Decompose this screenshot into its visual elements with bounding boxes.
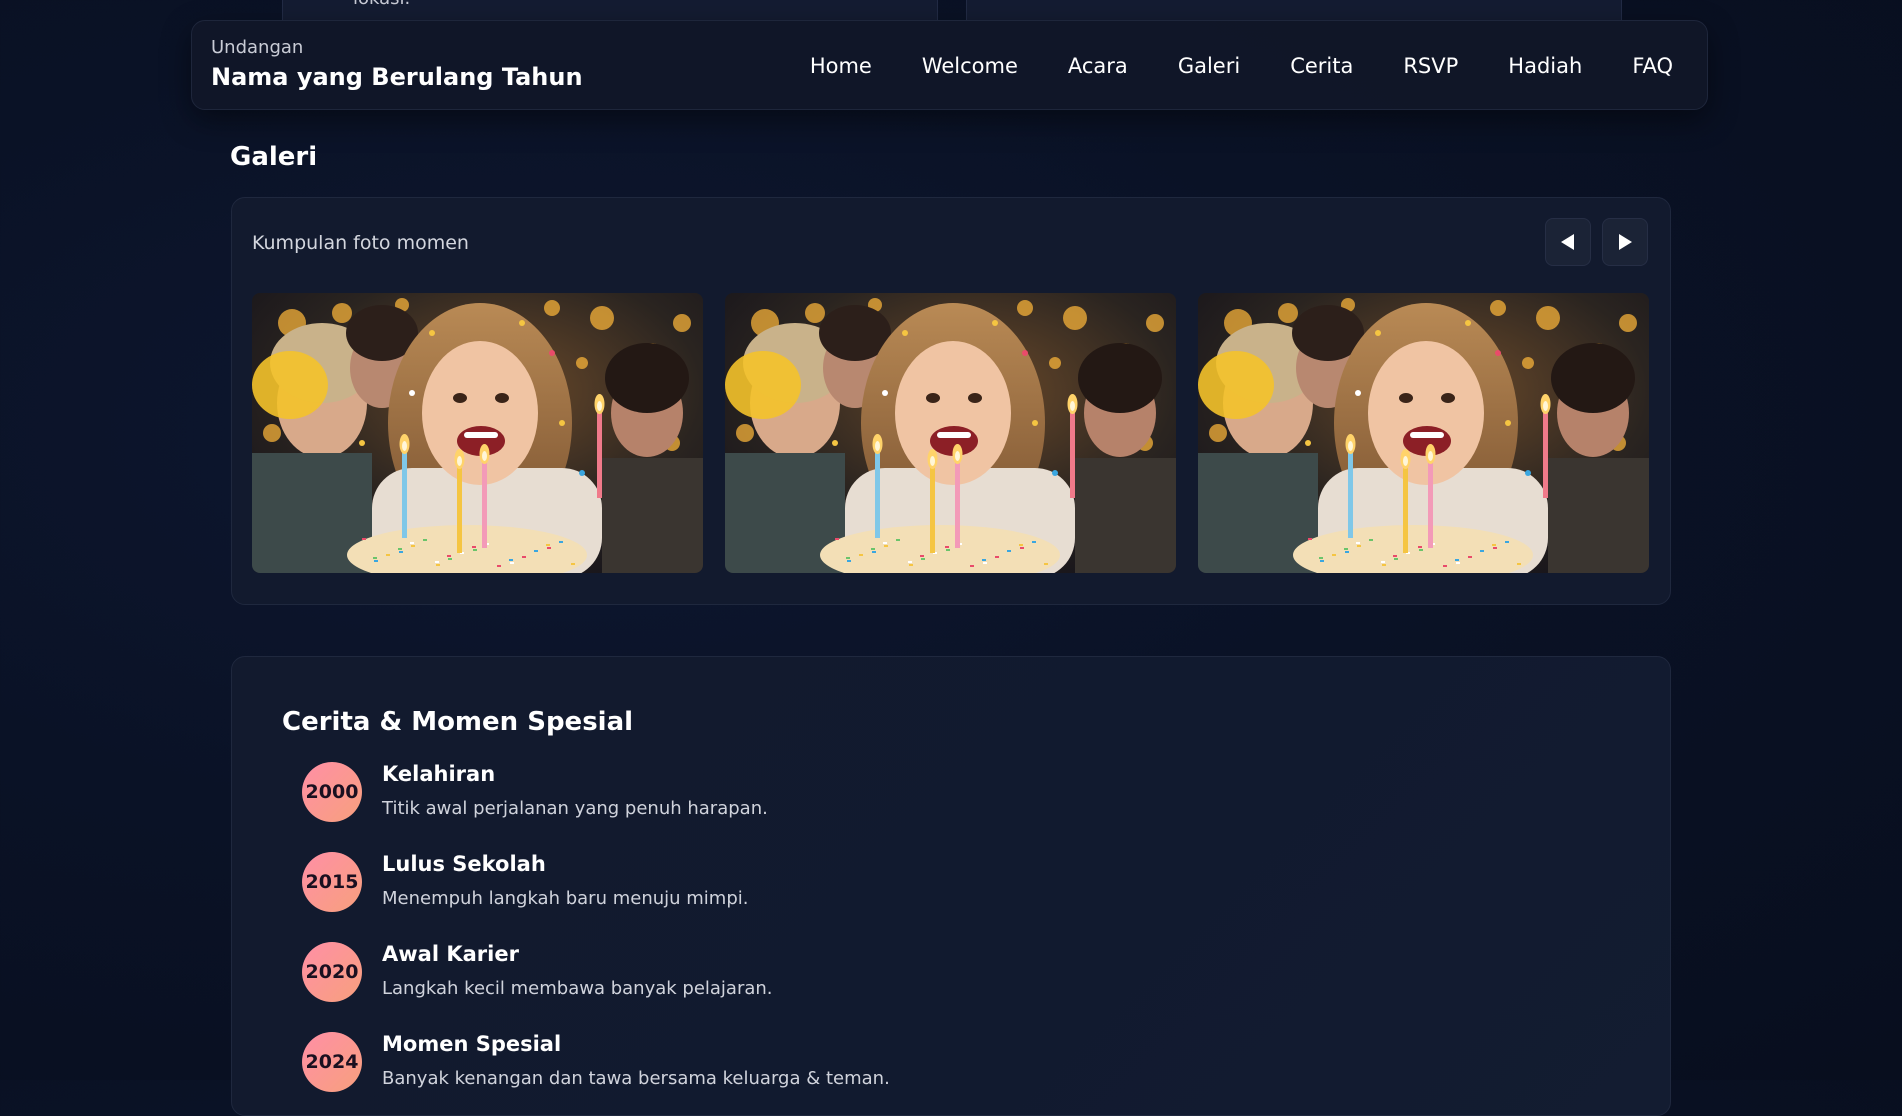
timeline-item-description: Titik awal perjalanan yang penuh harapan… — [382, 798, 768, 819]
gallery-subtitle: Kumpulan foto momen — [252, 232, 469, 254]
carousel-next-button[interactable] — [1602, 218, 1648, 266]
gallery-section-title: Galeri — [230, 142, 318, 172]
timeline-item: 2024 Momen Spesial Banyak kenangan dan t… — [302, 1032, 1202, 1112]
year-badge: 2024 — [302, 1032, 362, 1092]
nav-link-home[interactable]: Home — [810, 54, 872, 78]
nav-link-welcome[interactable]: Welcome — [922, 54, 1018, 78]
year-badge: 2000 — [302, 762, 362, 822]
story-card: Cerita & Momen Spesial 2000 Kelahiran Ti… — [231, 656, 1671, 1116]
year-badge: 2020 — [302, 942, 362, 1002]
nav-menu: Home Welcome Acara Galeri Cerita RSVP Ha… — [810, 21, 1673, 111]
brand-title: Nama yang Berulang Tahun — [211, 63, 583, 91]
timeline-item-description: Banyak kenangan dan tawa bersama keluarg… — [382, 1068, 890, 1089]
timeline-item-title: Kelahiran — [382, 762, 496, 786]
navbar: Undangan Nama yang Berulang Tahun Home W… — [191, 20, 1708, 110]
timeline-item: 2015 Lulus Sekolah Menempuh langkah baru… — [302, 852, 1202, 932]
gallery-photo-2[interactable] — [725, 293, 1176, 573]
nav-link-faq[interactable]: FAQ — [1632, 54, 1673, 78]
gallery-card: Kumpulan foto momen — [231, 197, 1671, 605]
triangle-right-icon — [1619, 234, 1632, 250]
previous-section-remnant: lokasi. — [232, 0, 1622, 22]
brand-subtitle: Undangan — [211, 37, 304, 58]
photo-carousel — [252, 293, 1649, 573]
timeline-item: 2000 Kelahiran Titik awal perjalanan yan… — [302, 762, 1202, 842]
birthday-photo-image — [1198, 293, 1649, 573]
nav-link-cerita[interactable]: Cerita — [1290, 54, 1353, 78]
location-card-remnant: lokasi. — [282, 0, 938, 21]
timeline-item-title: Momen Spesial — [382, 1032, 562, 1056]
birthday-photo-image — [252, 293, 703, 573]
timeline-item-description: Menempuh langkah baru menuju mimpi. — [382, 888, 749, 909]
location-text-remnant: lokasi. — [353, 0, 410, 8]
triangle-left-icon — [1561, 234, 1574, 250]
info-card-remnant — [966, 0, 1622, 21]
birthday-photo-image — [725, 293, 1176, 573]
carousel-prev-button[interactable] — [1545, 218, 1591, 266]
timeline-item-description: Langkah kecil membawa banyak pelajaran. — [382, 978, 773, 999]
timeline-item: 2020 Awal Karier Langkah kecil membawa b… — [302, 942, 1202, 1022]
gallery-photo-3[interactable] — [1198, 293, 1649, 573]
gallery-photo-1[interactable] — [252, 293, 703, 573]
story-section-title: Cerita & Momen Spesial — [282, 707, 634, 737]
timeline-item-title: Lulus Sekolah — [382, 852, 546, 876]
timeline-item-title: Awal Karier — [382, 942, 519, 966]
nav-link-rsvp[interactable]: RSVP — [1403, 54, 1458, 78]
year-badge: 2015 — [302, 852, 362, 912]
nav-link-hadiah[interactable]: Hadiah — [1508, 54, 1582, 78]
nav-link-galeri[interactable]: Galeri — [1178, 54, 1240, 78]
nav-link-acara[interactable]: Acara — [1068, 54, 1128, 78]
